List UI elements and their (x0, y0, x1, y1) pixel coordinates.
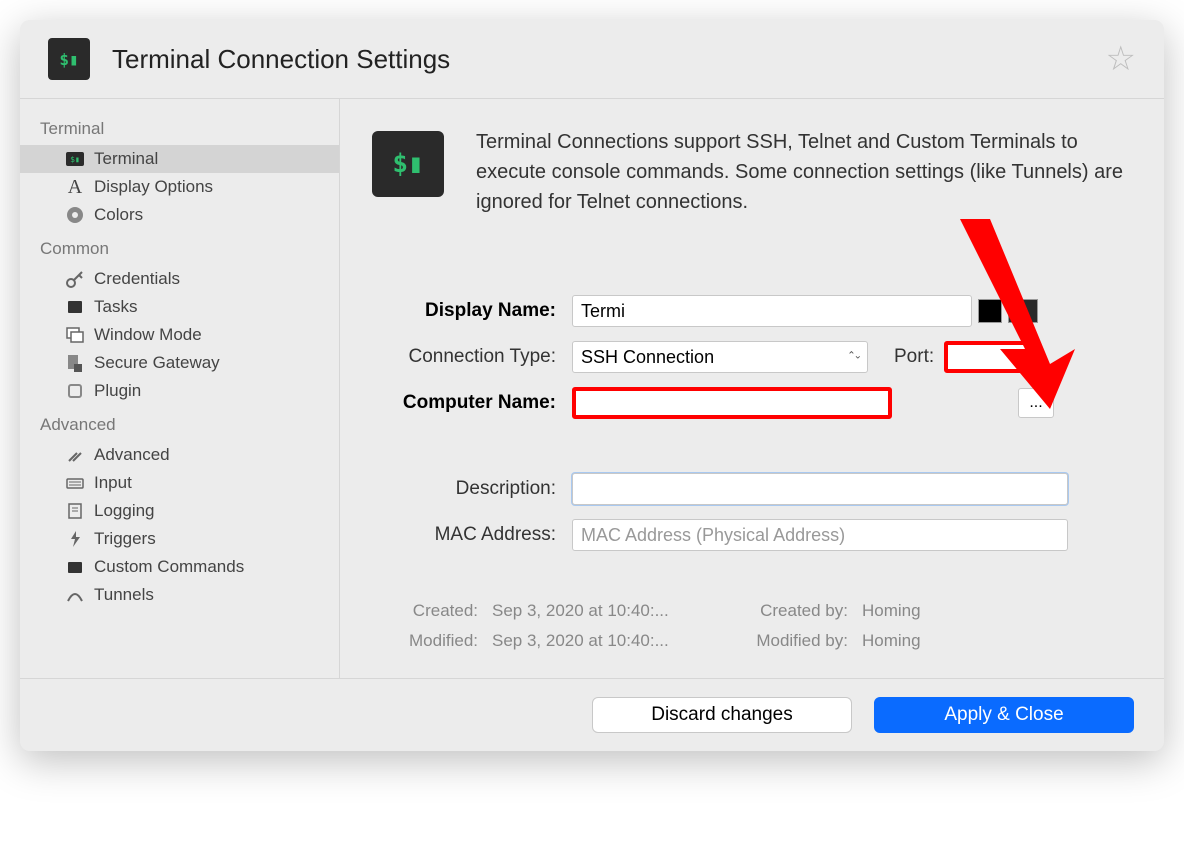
created-by-label: Created by: (712, 601, 862, 621)
sidebar-item-display-options[interactable]: A Display Options (20, 173, 339, 201)
sidebar-item-logging[interactable]: Logging (20, 497, 339, 525)
font-a-icon: A (64, 176, 86, 199)
sidebar-section-terminal: Terminal (20, 109, 339, 145)
sidebar: Terminal $▮ Terminal A Display Options C… (20, 99, 340, 751)
plugin-icon (64, 381, 86, 401)
sidebar-item-tasks[interactable]: Tasks (20, 293, 339, 321)
trigger-icon (64, 529, 86, 549)
created-by-value: Homing (862, 601, 1022, 621)
terminal-app-icon: $▮ (48, 38, 90, 80)
computer-name-input[interactable] (572, 387, 892, 419)
sidebar-item-colors[interactable]: Colors (20, 201, 339, 229)
created-label: Created: (372, 601, 492, 621)
terminal-glyph: $▮ (59, 50, 78, 69)
settings-window: $▮ Terminal Connection Settings ☆ Termin… (20, 20, 1164, 751)
sidebar-item-custom-commands[interactable]: Custom Commands (20, 553, 339, 581)
tools-icon (64, 445, 86, 465)
command-icon (64, 557, 86, 577)
connection-type-label: Connection Type: (372, 346, 572, 368)
main-panel: $▮ Terminal Connections support SSH, Tel… (340, 99, 1164, 751)
metadata: Created: Sep 3, 2020 at 10:40:... Create… (372, 601, 1132, 651)
description-label: Description: (372, 478, 572, 500)
gateway-icon (64, 353, 86, 373)
port-input[interactable] (944, 341, 1032, 373)
annotation-arrow-right (1150, 209, 1164, 419)
computer-name-label: Computer Name: (372, 392, 572, 414)
panel-description: Terminal Connections support SSH, Telnet… (476, 127, 1132, 217)
mac-address-input[interactable] (572, 519, 1068, 551)
discard-button[interactable]: Discard changes (592, 697, 852, 733)
page-title: Terminal Connection Settings (112, 44, 450, 75)
tunnel-icon (64, 585, 86, 605)
keyboard-icon (64, 473, 86, 493)
body: Terminal $▮ Terminal A Display Options C… (20, 98, 1164, 751)
modified-value: Sep 3, 2020 at 10:40:... (492, 631, 712, 651)
sidebar-item-input[interactable]: Input (20, 469, 339, 497)
sidebar-item-triggers[interactable]: Triggers (20, 525, 339, 553)
sidebar-section-advanced: Advanced (20, 405, 339, 441)
terminal-large-icon: $▮ (372, 131, 444, 197)
window-icon (64, 325, 86, 345)
description-input[interactable] (572, 473, 1068, 505)
sidebar-item-credentials[interactable]: Credentials (20, 265, 339, 293)
key-icon (64, 269, 86, 289)
display-name-label: Display Name: (372, 300, 572, 322)
connection-type-select[interactable]: SSH Connection (572, 341, 868, 373)
sidebar-item-plugin[interactable]: Plugin (20, 377, 339, 405)
sidebar-section-common: Common (20, 229, 339, 265)
modified-by-value: Homing (862, 631, 1022, 651)
header: $▮ Terminal Connection Settings ☆ (20, 20, 1164, 98)
color-wheel-icon (64, 205, 86, 225)
sidebar-item-advanced[interactable]: Advanced (20, 441, 339, 469)
terminal-icon: $▮ (64, 152, 86, 166)
footer: Discard changes Apply & Close (20, 678, 1164, 751)
mac-address-label: MAC Address: (372, 524, 572, 546)
modified-label: Modified: (372, 631, 492, 651)
port-label: Port: (894, 346, 934, 368)
modified-by-label: Modified by: (712, 631, 862, 651)
display-name-input[interactable] (572, 295, 972, 327)
form: Display Name: $▮ Connection Type: SSH Co… (372, 295, 1132, 551)
computer-name-browse-button[interactable]: ... (1018, 388, 1054, 418)
color-picker-black[interactable] (978, 299, 1002, 323)
favorite-star-icon[interactable]: ☆ (1106, 39, 1136, 79)
log-icon (64, 501, 86, 521)
created-value: Sep 3, 2020 at 10:40:... (492, 601, 712, 621)
icon-picker-terminal[interactable]: $▮ (1008, 299, 1038, 323)
apply-close-button[interactable]: Apply & Close (874, 697, 1134, 733)
sidebar-item-secure-gateway[interactable]: Secure Gateway (20, 349, 339, 377)
sidebar-item-window-mode[interactable]: Window Mode (20, 321, 339, 349)
sidebar-item-terminal[interactable]: $▮ Terminal (20, 145, 339, 173)
sidebar-item-tunnels[interactable]: Tunnels (20, 581, 339, 609)
tasks-icon (64, 297, 86, 317)
